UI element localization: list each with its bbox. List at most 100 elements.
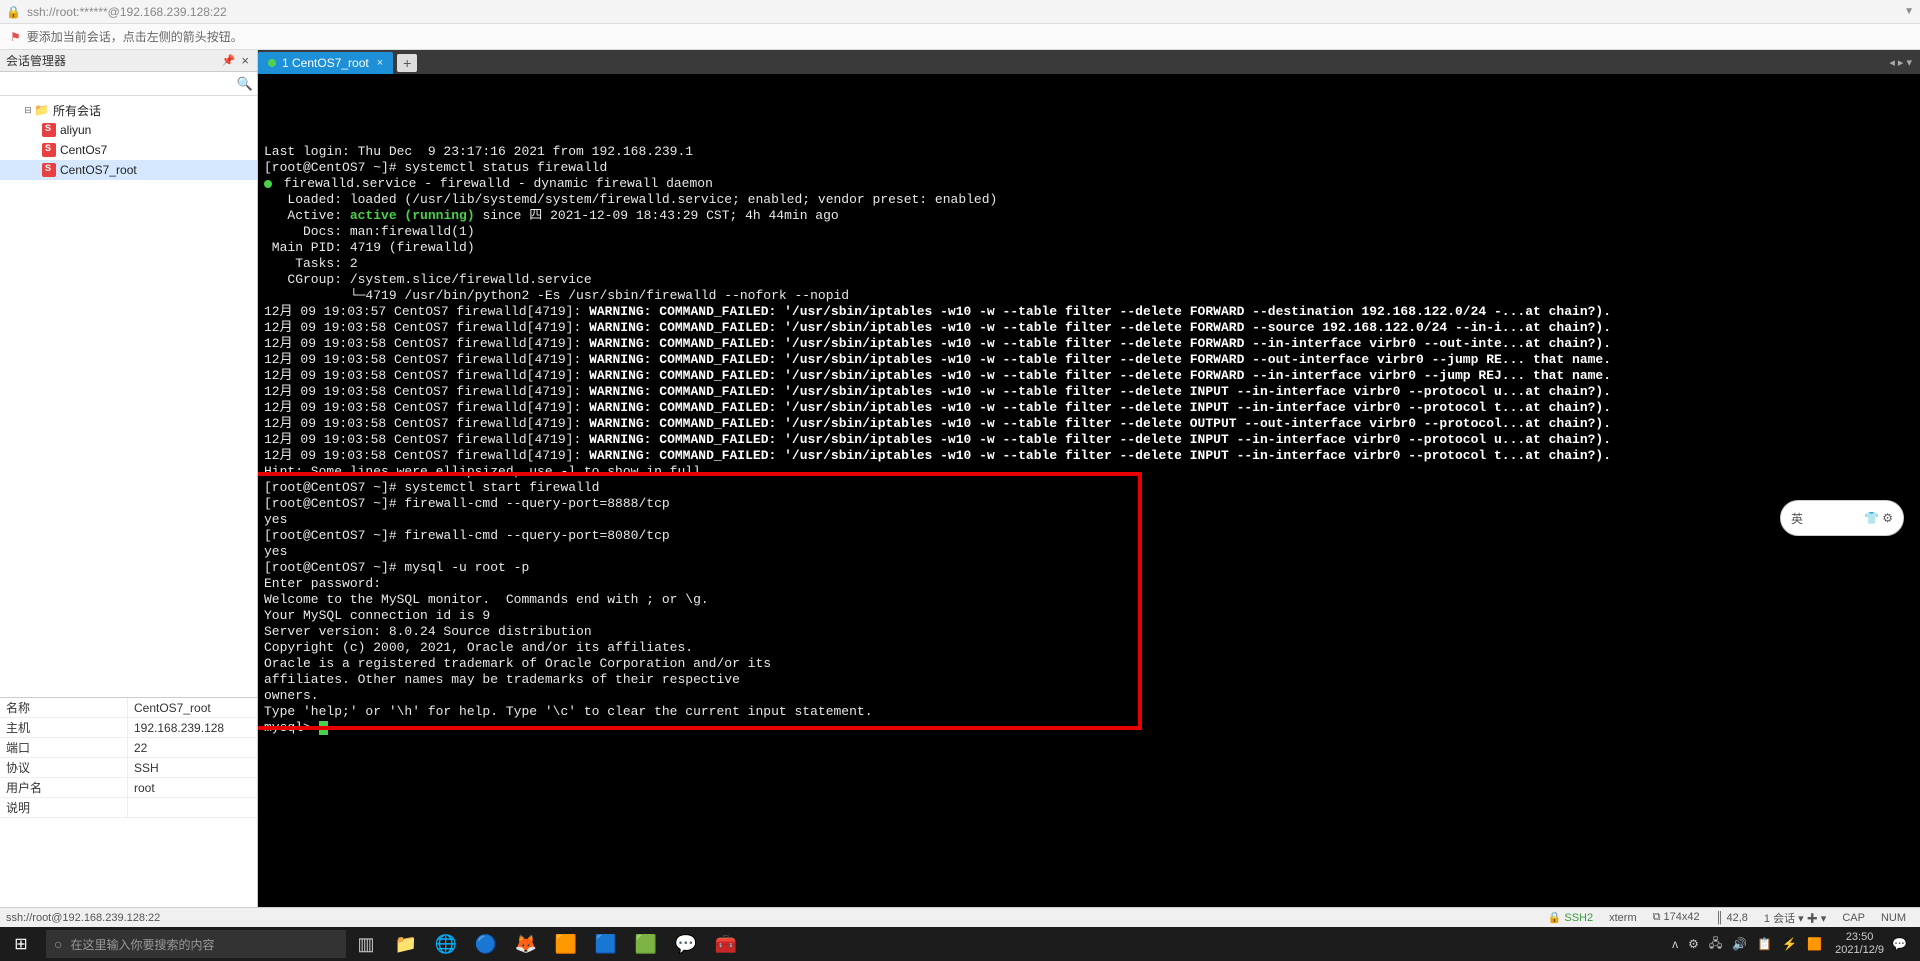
prop-val: 22 xyxy=(128,738,257,757)
taskbar-app-icon[interactable]: 🔵 xyxy=(466,927,506,961)
terminal-line: [root@CentOS7 ~]# firewall-cmd --query-p… xyxy=(264,496,1914,512)
terminal-line: Type 'help;' or '\h' for help. Type '\c'… xyxy=(264,704,1914,720)
terminal-output[interactable]: Last login: Thu Dec 9 23:17:16 2021 from… xyxy=(258,74,1920,907)
taskbar-app-icon[interactable]: 🟩 xyxy=(626,927,666,961)
task-view-icon[interactable]: ▥ xyxy=(346,927,386,961)
status-size: ⧉ 174x42 xyxy=(1653,911,1700,924)
tab-centos7-root[interactable]: 1 CentOS7_root × xyxy=(258,52,393,74)
terminal-line: Tasks: 2 xyxy=(264,256,1914,272)
tray-icon[interactable]: ⚡ xyxy=(1782,937,1797,951)
tab-label: 1 CentOS7_root xyxy=(282,56,369,70)
session-properties: 名称CentOS7_root 主机192.168.239.128 端口22 协议… xyxy=(0,697,257,907)
taskbar-app-icon[interactable]: 📁 xyxy=(386,927,426,961)
terminal-line: yes xyxy=(264,544,1914,560)
terminal-line: 12月 09 19:03:58 CentOS7 firewalld[4719]:… xyxy=(264,352,1914,368)
search-icon[interactable]: 🔍 xyxy=(237,76,253,92)
terminal-area: 1 CentOS7_root × + ◂ ▸ ▾ Last login: Thu… xyxy=(258,50,1920,907)
terminal-line: [root@CentOS7 ~]# mysql -u root -p xyxy=(264,560,1914,576)
prop-val xyxy=(128,798,257,817)
start-button[interactable]: ⊞ xyxy=(0,927,42,961)
windows-taskbar: ⊞ ○ 在这里输入你要搜索的内容 ▥ 📁 🌐 🔵 🦊 🟧 🟦 🟩 💬 🧰 ʌ ⚙… xyxy=(0,927,1920,961)
status-bar: ssh://root@192.168.239.128:22 🔒 SSH2 xte… xyxy=(0,907,1920,927)
status-cap: CAP xyxy=(1842,912,1865,924)
terminal-line: 12月 09 19:03:58 CentOS7 firewalld[4719]:… xyxy=(264,400,1914,416)
collapse-icon[interactable]: ⊟ xyxy=(22,105,34,116)
terminal-line: 12月 09 19:03:58 CentOS7 firewalld[4719]:… xyxy=(264,448,1914,464)
prop-row: 主机192.168.239.128 xyxy=(0,718,257,738)
tray-expand-icon[interactable]: ʌ xyxy=(1672,937,1678,951)
terminal-line: 12月 09 19:03:58 CentOS7 firewalld[4719]:… xyxy=(264,384,1914,400)
notification-icon[interactable]: 💬 xyxy=(1892,937,1907,951)
taskbar-search-input[interactable]: ○ 在这里输入你要搜索的内容 xyxy=(46,930,346,958)
prop-key: 主机 xyxy=(0,718,128,737)
taskbar-app-icon[interactable]: 💬 xyxy=(666,927,706,961)
terminal-line: [root@CentOS7 ~]# systemctl start firewa… xyxy=(264,480,1914,496)
terminal-line: 12月 09 19:03:58 CentOS7 firewalld[4719]:… xyxy=(264,432,1914,448)
session-manager-sidebar: 会话管理器 📌 × 🔍 ⊟ 📁 所有会话 aliyun CentOs7 xyxy=(0,50,258,907)
hint-text: 要添加当前会话，点击左侧的箭头按钮。 xyxy=(27,28,243,45)
taskbar-app-icon[interactable]: 🟦 xyxy=(586,927,626,961)
taskbar-app-icon[interactable]: 🧰 xyxy=(706,927,746,961)
ime-icons: 👕 ⚙ xyxy=(1864,511,1893,525)
add-tab-button[interactable]: + xyxy=(397,54,417,72)
terminal-line: 12月 09 19:03:58 CentOS7 firewalld[4719]:… xyxy=(264,320,1914,336)
prop-row: 名称CentOS7_root xyxy=(0,698,257,718)
session-icon xyxy=(42,163,56,177)
terminal-line: Your MySQL connection id is 9 xyxy=(264,608,1914,624)
address-dropdown-icon[interactable]: ▼ xyxy=(1904,6,1914,17)
close-icon[interactable]: × xyxy=(239,53,251,68)
terminal-line: Enter password: xyxy=(264,576,1914,592)
address-text: ssh://root:******@192.168.239.128:22 xyxy=(27,5,227,19)
terminal-line: mysql> xyxy=(264,720,1914,736)
terminal-line: [root@CentOS7 ~]# systemctl status firew… xyxy=(264,160,1914,176)
taskbar-clock[interactable]: 23:50 2021/12/9 xyxy=(1835,931,1884,957)
folder-icon: 📁 xyxy=(34,103,49,117)
tab-nav-arrows[interactable]: ◂ ▸ ▾ xyxy=(1889,56,1920,69)
status-dot-icon xyxy=(264,180,272,188)
prop-key: 用户名 xyxy=(0,778,128,797)
search-placeholder: 在这里输入你要搜索的内容 xyxy=(70,936,214,953)
terminal-line: Hint: Some lines were ellipsized, use -l… xyxy=(264,464,1914,480)
tray-network-icon[interactable]: 🖧 xyxy=(1709,934,1722,955)
prop-row: 端口22 xyxy=(0,738,257,758)
status-address: ssh://root@192.168.239.128:22 xyxy=(6,912,160,924)
tree-item-label: aliyun xyxy=(60,123,91,137)
prop-row: 用户名root xyxy=(0,778,257,798)
sidebar-title: 会话管理器 xyxy=(6,52,66,69)
terminal-line: 12月 09 19:03:58 CentOS7 firewalld[4719]:… xyxy=(264,336,1914,352)
tree-item-centos7[interactable]: CentOs7 xyxy=(0,140,257,160)
terminal-line: Oracle is a registered trademark of Orac… xyxy=(264,656,1914,672)
taskbar-app-icon[interactable]: 🦊 xyxy=(506,927,546,961)
terminal-line: affiliates. Other names may be trademark… xyxy=(264,672,1914,688)
tray-icon[interactable]: 📋 xyxy=(1757,937,1772,951)
tray-icon[interactable]: ⚙ xyxy=(1688,937,1699,951)
tray-volume-icon[interactable]: 🔊 xyxy=(1732,937,1747,951)
tree-item-centos7-root[interactable]: CentOS7_root xyxy=(0,160,257,180)
taskbar-app-icon[interactable]: 🌐 xyxy=(426,927,466,961)
sidebar-search[interactable]: 🔍 xyxy=(0,72,257,96)
ime-lang-label: 英 xyxy=(1791,510,1803,527)
prop-val: 192.168.239.128 xyxy=(128,718,257,737)
taskbar-app-icon[interactable]: 🟧 xyxy=(546,927,586,961)
terminal-line: [root@CentOS7 ~]# firewall-cmd --query-p… xyxy=(264,528,1914,544)
ime-float-bar[interactable]: 英 👕 ⚙ xyxy=(1780,500,1904,536)
close-tab-icon[interactable]: × xyxy=(377,57,383,69)
tree-root[interactable]: ⊟ 📁 所有会话 xyxy=(0,100,257,120)
prop-key: 协议 xyxy=(0,758,128,777)
prop-key: 名称 xyxy=(0,698,128,717)
cortana-icon: ○ xyxy=(54,936,62,952)
status-dot-icon xyxy=(268,59,276,67)
tree-item-aliyun[interactable]: aliyun xyxy=(0,120,257,140)
prop-val: CentOS7_root xyxy=(128,698,257,717)
session-icon xyxy=(42,143,56,157)
status-session-count: 1 会话 ▾ ✚ ▾ xyxy=(1764,910,1826,926)
prop-row: 协议SSH xyxy=(0,758,257,778)
tree-item-label: CentOS7_root xyxy=(60,163,137,177)
pin-icon[interactable]: 📌 xyxy=(222,54,236,67)
system-tray: ʌ ⚙ 🖧 🔊 📋 ⚡ 🟧 23:50 2021/12/9 💬 xyxy=(1667,931,1920,957)
terminal-line: Copyright (c) 2000, 2021, Oracle and/or … xyxy=(264,640,1914,656)
tray-icon[interactable]: 🟧 xyxy=(1807,937,1822,951)
prop-val: root xyxy=(128,778,257,797)
terminal-line: firewalld.service - firewalld - dynamic … xyxy=(264,176,1914,192)
terminal-line: Welcome to the MySQL monitor. Commands e… xyxy=(264,592,1914,608)
